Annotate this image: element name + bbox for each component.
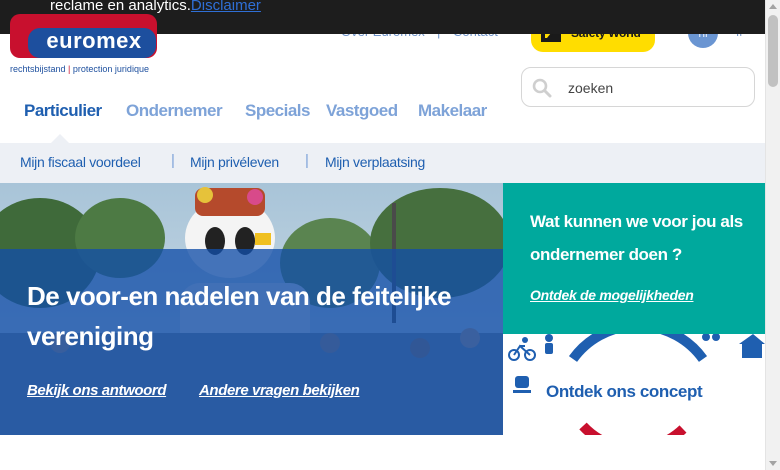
euromex-logo[interactable]: euromex rechtsbijstand | protection juri… bbox=[10, 14, 160, 76]
cookie-text: reclame en analytics.Disclaimer bbox=[50, 0, 261, 14]
nav-vastgoed[interactable]: Vastgoed bbox=[326, 101, 398, 121]
nav-particulier[interactable]: Particulier bbox=[24, 101, 102, 121]
nav-ondernemer[interactable]: Ondernemer bbox=[126, 101, 223, 121]
view-answer-link[interactable]: Bekijk ons antwoord bbox=[27, 382, 166, 399]
scrollbar-thumb[interactable] bbox=[768, 15, 778, 87]
subnav-verplaatsing[interactable]: Mijn verplaatsing bbox=[325, 154, 425, 170]
cookie-message: reclame en analytics. bbox=[50, 0, 191, 14]
bicycle-icon bbox=[508, 337, 536, 361]
active-nav-pointer bbox=[51, 134, 69, 143]
person-icon bbox=[545, 334, 553, 354]
concept-panel[interactable]: Ontdek ons concept bbox=[503, 334, 765, 435]
vertical-scrollbar[interactable] bbox=[765, 0, 780, 470]
scroll-up-arrow-icon[interactable] bbox=[769, 4, 777, 9]
page: reclame en analytics.Disclaimer euromex … bbox=[0, 0, 765, 470]
logo-wordmark: euromex bbox=[46, 28, 142, 53]
view-other-questions-link[interactable]: Andere vragen bekijken bbox=[199, 382, 360, 399]
subnav-priveleven[interactable]: Mijn privéleven bbox=[190, 154, 279, 170]
logo-tagline: rechtsbijstand | protection juridique bbox=[10, 64, 149, 74]
subnav-fiscaal-voordeel[interactable]: Mijn fiscaal voordeel bbox=[20, 154, 141, 170]
scroll-down-arrow-icon[interactable] bbox=[769, 461, 777, 466]
subnav-separator: | bbox=[305, 152, 309, 169]
logo-tagline-left: rechtsbijstand bbox=[10, 64, 66, 74]
logo-tagline-separator: | bbox=[68, 64, 71, 74]
nav-specials[interactable]: Specials bbox=[245, 101, 311, 121]
subnav-separator: | bbox=[171, 152, 175, 169]
sub-nav: Mijn fiscaal voordeel | Mijn privéleven … bbox=[0, 143, 765, 183]
logo-tagline-right: protection juridique bbox=[72, 64, 149, 74]
entrepreneur-panel-title: Wat kunnen we voor jou als ondernemer do… bbox=[530, 212, 743, 264]
search-box bbox=[521, 67, 755, 107]
nav-makelaar[interactable]: Makelaar bbox=[418, 101, 487, 121]
discover-possibilities-link[interactable]: Ontdek de mogelijkheden bbox=[530, 287, 694, 303]
house-icon bbox=[739, 334, 765, 358]
family-icon bbox=[702, 334, 720, 341]
disclaimer-link[interactable]: Disclaimer bbox=[191, 0, 261, 14]
search-icon[interactable] bbox=[532, 78, 552, 98]
discover-concept-label[interactable]: Ontdek ons concept bbox=[544, 382, 705, 402]
car-icon bbox=[513, 376, 531, 393]
hero-title: De voor-en nadelen van de feitelijke ver… bbox=[27, 281, 452, 351]
entrepreneur-panel: Wat kunnen we voor jou als ondernemer do… bbox=[503, 183, 765, 334]
search-input[interactable] bbox=[568, 76, 746, 100]
